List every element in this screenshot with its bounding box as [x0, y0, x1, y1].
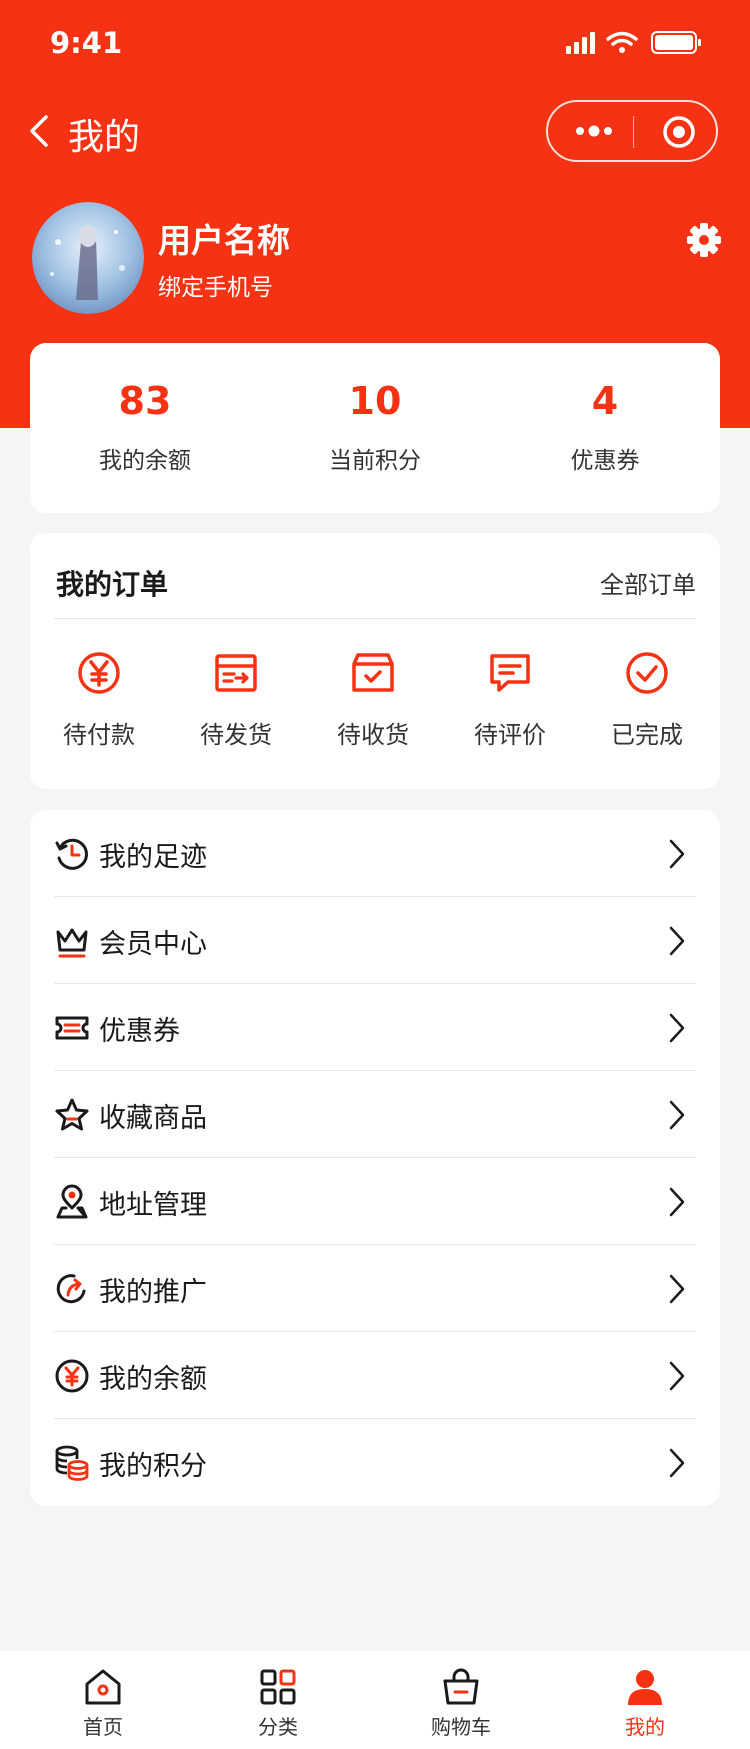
tab-category[interactable]: 分类	[218, 1667, 338, 1740]
mini-program-capsule	[546, 100, 718, 162]
menu-item-favorites[interactable]: 收藏商品	[30, 1071, 720, 1158]
status-time: 9:41	[50, 26, 123, 60]
stat-balance[interactable]: 83 我的余额	[45, 377, 245, 475]
menu-card: 我的足迹 会员中心 优惠券 收藏商品 地址管理 我的推广 我的余额 我的积分	[30, 810, 720, 1506]
stat-points[interactable]: 10 当前积分	[275, 377, 475, 475]
menu-item-membership[interactable]: 会员中心	[30, 897, 720, 984]
star-icon	[55, 1098, 89, 1131]
status-bar: 9:41	[0, 0, 750, 90]
capsule-divider	[633, 116, 634, 148]
tab-mine[interactable]: 我的	[585, 1667, 705, 1740]
user-icon	[628, 1670, 662, 1705]
back-arrow-icon[interactable]	[26, 113, 54, 149]
order-pending-review[interactable]: 待评价	[450, 649, 570, 750]
order-pending-receipt[interactable]: 待收货	[313, 649, 433, 750]
yen-circle-icon	[78, 652, 120, 694]
bind-phone-link[interactable]: 绑定手机号	[158, 268, 273, 302]
more-dots-icon[interactable]	[574, 116, 614, 146]
tab-label: 我的	[625, 1715, 665, 1739]
menu-item-coupons[interactable]: 优惠券	[30, 984, 720, 1071]
menu-item-points[interactable]: 我的积分	[30, 1419, 720, 1506]
check-circle-icon	[626, 652, 668, 694]
order-pending-payment[interactable]: 待付款	[39, 649, 159, 750]
bottom-tab-bar: 首页 分类 购物车 我的	[0, 1651, 750, 1749]
order-label: 待收货	[337, 721, 409, 749]
menu-item-balance[interactable]: 我的余额	[30, 1332, 720, 1419]
order-label: 已完成	[611, 721, 683, 749]
settings-gear-icon[interactable]	[686, 222, 722, 258]
shipping-box-icon	[215, 654, 257, 692]
comment-icon	[490, 654, 530, 692]
crown-icon	[56, 928, 88, 958]
order-label: 待评价	[474, 721, 546, 749]
signal-icon	[566, 32, 595, 54]
chevron-right-icon	[669, 1100, 685, 1130]
tab-cart[interactable]: 购物车	[401, 1667, 521, 1740]
profile-header: 用户名称 绑定手机号	[32, 202, 722, 314]
chevron-right-icon	[669, 1013, 685, 1043]
history-icon	[55, 838, 88, 870]
stat-label: 优惠券	[570, 448, 640, 474]
battery-icon	[651, 31, 701, 54]
tab-label: 分类	[258, 1715, 298, 1739]
menu-label: 我的积分	[99, 1451, 207, 1482]
tab-home[interactable]: 首页	[43, 1667, 163, 1740]
navbar: 我的	[0, 98, 750, 168]
stat-label: 当前积分	[329, 448, 421, 474]
orders-title: 我的订单	[56, 568, 169, 601]
category-icon	[260, 1669, 296, 1705]
chevron-right-icon	[669, 839, 685, 869]
tab-label: 首页	[83, 1715, 123, 1739]
username[interactable]: 用户名称	[158, 214, 290, 262]
order-pending-shipment[interactable]: 待发货	[176, 649, 296, 750]
coins-icon	[55, 1445, 89, 1481]
chevron-right-icon	[669, 1187, 685, 1217]
order-label: 待发货	[200, 721, 272, 749]
ticket-icon	[55, 1016, 89, 1040]
yen-icon	[55, 1359, 89, 1393]
cart-icon	[443, 1668, 479, 1705]
menu-item-address[interactable]: 地址管理	[30, 1158, 720, 1245]
stat-value: 4	[591, 379, 619, 423]
close-target-icon[interactable]	[662, 115, 696, 149]
chevron-right-icon	[669, 926, 685, 956]
menu-item-footprint[interactable]: 我的足迹	[30, 810, 720, 897]
chevron-right-icon	[669, 1361, 685, 1391]
stat-label: 我的余额	[99, 448, 191, 474]
orders-card: 我的订单 全部订单 待付款 待发货 待收货 待评价 已完成	[30, 533, 720, 789]
stats-card: 83 我的余额 10 当前积分 4 优惠券	[30, 343, 720, 513]
menu-item-promotion[interactable]: 我的推广	[30, 1245, 720, 1332]
order-completed[interactable]: 已完成	[587, 649, 707, 750]
stat-coupons[interactable]: 4 优惠券	[505, 377, 705, 475]
menu-label: 我的推广	[99, 1277, 207, 1308]
chevron-right-icon	[669, 1448, 685, 1478]
all-orders-link[interactable]: 全部订单	[600, 565, 696, 600]
stat-value: 10	[348, 379, 402, 423]
stat-value: 83	[118, 379, 172, 423]
share-icon	[56, 1274, 86, 1304]
menu-label: 会员中心	[99, 929, 207, 960]
divider	[54, 618, 696, 619]
menu-label: 收藏商品	[99, 1103, 207, 1134]
avatar[interactable]	[32, 202, 144, 314]
tab-label: 购物车	[431, 1715, 491, 1739]
location-icon	[56, 1184, 88, 1219]
page-title: 我的	[68, 117, 141, 158]
menu-label: 优惠券	[99, 1016, 180, 1047]
receive-box-icon	[352, 653, 394, 692]
status-icons	[566, 31, 701, 54]
menu-label: 我的余额	[99, 1364, 207, 1395]
home-icon	[85, 1669, 121, 1705]
menu-label: 我的足迹	[99, 842, 207, 873]
menu-label: 地址管理	[99, 1190, 207, 1221]
chevron-right-icon	[669, 1274, 685, 1304]
wifi-icon	[606, 31, 638, 46]
order-label: 待付款	[63, 721, 135, 749]
